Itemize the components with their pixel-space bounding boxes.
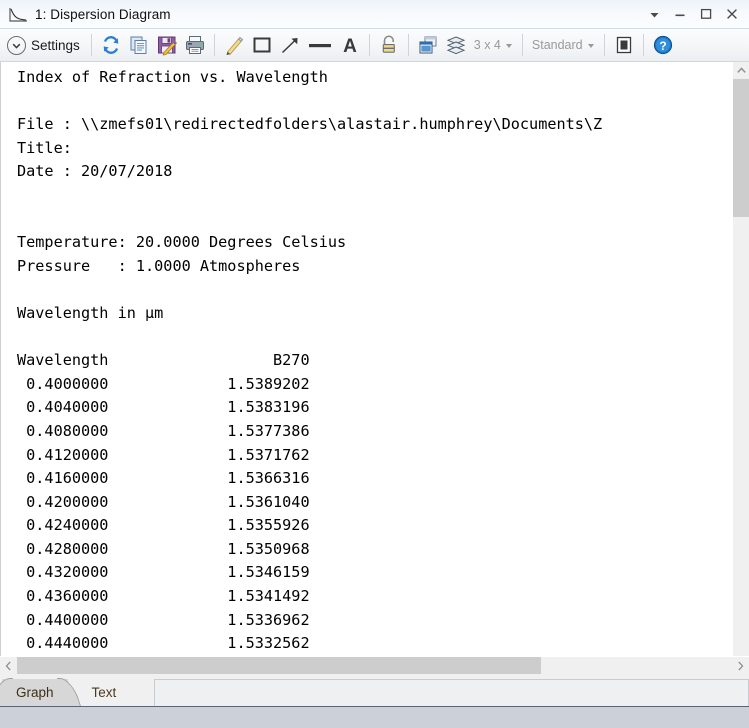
settings-button[interactable]: Settings [5,31,86,59]
close-button[interactable] [719,3,745,25]
vertical-scrollbar[interactable] [732,62,749,656]
rectangle-tool-button[interactable] [248,30,276,60]
toolbar-separator [521,34,523,56]
minimize-button[interactable] [667,3,693,25]
view-tabs: Graph Text [0,674,749,706]
chevron-down-icon [587,44,594,48]
horizontal-scroll-track[interactable] [17,657,732,674]
toolbar-separator [407,34,409,56]
status-bar [0,706,749,728]
horizontal-scroll-thumb[interactable] [17,657,541,674]
text-report-pane[interactable]: Index of Refraction vs. Wavelength File … [1,62,732,656]
tab-graph-label: Graph [16,685,54,700]
refresh-icon [103,36,119,54]
toolbar-separator [642,34,644,56]
main-toolbar: Settings A 3 x 4 Standard ? [0,29,749,62]
dispersion-curve-icon [8,6,28,24]
save-icon [157,36,177,56]
svg-text:?: ? [659,39,666,53]
layers-button[interactable] [442,30,470,60]
detach-window-button[interactable] [610,30,638,60]
window-title: 1: Dispersion Diagram [35,6,171,22]
save-button[interactable] [153,30,181,60]
copy-icon [130,36,147,54]
help-button[interactable]: ? [649,30,677,60]
text-report-row: Index of Refraction vs. Wavelength File … [0,62,749,656]
tab-graph[interactable]: Graph [2,679,68,706]
tab-text[interactable]: Text [70,679,139,706]
toolbar-separator [603,34,605,56]
help-icon: ? [653,35,672,55]
titlebar-menu-button[interactable] [641,3,667,25]
line-icon [308,44,331,48]
vertical-scroll-track[interactable] [733,79,749,656]
rectangle-icon [253,37,271,53]
maximize-button[interactable] [693,3,719,25]
line-tool-button[interactable] [304,30,336,60]
toolbar-separator [90,34,92,56]
scroll-left-button[interactable] [0,657,17,674]
vertical-scroll-thumb[interactable] [733,79,749,217]
settings-label: Settings [31,37,80,53]
pencil-icon [226,36,244,55]
scroll-right-button[interactable] [732,657,749,674]
aspect-ratio-dropdown[interactable]: 3 x 4 [470,31,517,59]
text-tool-button[interactable]: A [336,30,364,60]
toolbar-separator [213,34,215,56]
aspect-ratio-value: 3 x 4 [473,38,501,52]
layers-icon [446,36,466,55]
report-text: Index of Refraction vs. Wavelength File … [17,68,603,653]
lock-icon [382,35,395,53]
dispersion-diagram-window: 1: Dispersion Diagram Settings A 3 x 4 S… [0,0,749,728]
style-dropdown[interactable]: Standard [528,31,599,59]
horizontal-scrollbar[interactable] [0,656,749,674]
print-icon [185,36,204,54]
clone-window-icon [419,36,437,54]
text-icon: A [343,36,357,56]
arrow-tool-button[interactable] [276,30,304,60]
lock-button[interactable] [375,30,403,60]
tab-text-label: Text [91,685,117,700]
chevron-down-icon [505,44,512,48]
chevron-down-icon [7,35,26,55]
print-button[interactable] [181,30,209,60]
copy-button[interactable] [125,30,153,60]
window-controls [641,3,745,25]
scroll-up-button[interactable] [733,62,749,79]
content-area: Index of Refraction vs. Wavelength File … [0,62,749,674]
style-value: Standard [531,38,583,52]
window-titlebar: 1: Dispersion Diagram [0,0,749,29]
annotate-pencil-button[interactable] [220,30,248,60]
detach-window-icon [616,36,631,54]
tab-filler [154,679,749,706]
svg-text:A: A [343,36,357,56]
arrow-icon [281,38,298,54]
clone-window-button[interactable] [414,30,442,60]
toolbar-separator [368,34,370,56]
refresh-button[interactable] [97,30,125,60]
